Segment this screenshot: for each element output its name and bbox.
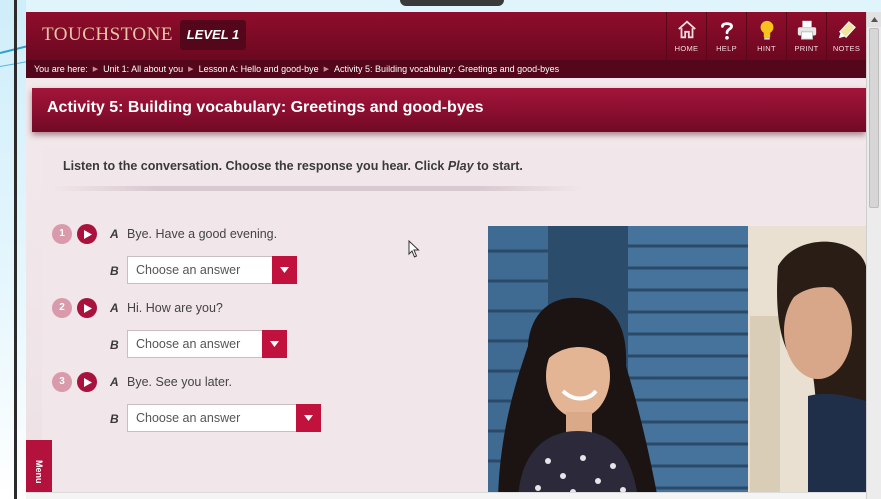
answer-dropdown-value: Choose an answer — [136, 263, 241, 277]
activity-title: Activity 5: Building vocabulary: Greetin… — [47, 99, 484, 116]
play-icon — [84, 377, 92, 387]
speaker-a-line: Bye. See you later. — [127, 375, 232, 389]
instruction-text-part: Listen to the conversation. Choose the r… — [63, 159, 448, 173]
breadcrumb-lesson-link[interactable]: Lesson A: Hello and good-bye — [199, 64, 319, 74]
play-button[interactable] — [77, 372, 97, 392]
horizontal-scrollbar[interactable] — [26, 492, 866, 499]
menu-tab-label: Menu — [34, 460, 44, 484]
answer-dropdown-value: Choose an answer — [136, 411, 241, 425]
breadcrumb: You are here: ▶ Unit 1: All about you ▶ … — [26, 60, 866, 78]
speaker-a-line: Bye. Have a good evening. — [127, 227, 278, 241]
notes-button[interactable]: NOTES — [826, 12, 866, 60]
window-title-notch — [400, 0, 504, 6]
dropdown-toggle-button[interactable] — [296, 404, 321, 432]
help-label: HELP — [716, 44, 737, 53]
conversation-photo — [488, 226, 866, 499]
printer-icon — [797, 20, 816, 40]
touchstone-app: TOUCHSTONE LEVEL 1 HOME HELP HINT PRINT … — [26, 12, 866, 499]
toolbar: HOME HELP HINT PRINT NOTES — [666, 12, 866, 60]
content-area: Activity 5: Building vocabulary: Greetin… — [26, 78, 866, 499]
hint-button[interactable]: HINT — [746, 12, 786, 60]
top-bar: TOUCHSTONE LEVEL 1 HOME HELP HINT PRINT … — [26, 12, 866, 60]
instruction-play-word: Play — [447, 159, 474, 173]
chevron-down-icon — [304, 415, 313, 421]
lightbulb-icon — [760, 20, 773, 40]
menu-tab[interactable]: Menu — [26, 440, 52, 499]
divider — [52, 186, 582, 191]
speaker-a-label: A — [110, 227, 119, 241]
level-badge: LEVEL 1 — [180, 20, 246, 50]
speaker-a-label: A — [110, 375, 119, 389]
touchstone-logo[interactable]: TOUCHSTONE — [42, 24, 173, 46]
chevron-down-icon — [280, 267, 289, 273]
chevron-down-icon — [270, 341, 279, 347]
help-button[interactable]: HELP — [706, 12, 746, 60]
answer-dropdown[interactable]: Choose an answer — [127, 330, 287, 358]
window-edge — [14, 0, 17, 499]
answer-dropdown[interactable]: Choose an answer — [127, 256, 297, 284]
instruction-text-part: to start. — [473, 159, 523, 173]
play-icon — [84, 303, 92, 313]
speaker-a-label: A — [110, 301, 119, 315]
photo-illustration — [488, 226, 866, 499]
scrollbar-thumb[interactable] — [869, 28, 879, 208]
notes-label: NOTES — [832, 44, 861, 53]
breadcrumb-activity: Activity 5: Building vocabulary: Greetin… — [334, 64, 560, 74]
breadcrumb-unit-link[interactable]: Unit 1: All about you — [103, 64, 183, 74]
instruction-text: Listen to the conversation. Choose the r… — [63, 159, 523, 173]
help-icon — [720, 22, 733, 40]
dropdown-toggle-button[interactable] — [272, 256, 297, 284]
home-label: HOME — [674, 44, 699, 53]
activity-panel: Listen to the conversation. Choose the r… — [42, 146, 866, 499]
play-icon — [84, 229, 92, 239]
answer-dropdown[interactable]: Choose an answer — [127, 404, 321, 432]
item-number-badge: 1 — [52, 224, 72, 244]
print-label: PRINT — [794, 44, 819, 53]
play-button[interactable] — [77, 224, 97, 244]
breadcrumb-arrow-icon: ▶ — [188, 66, 194, 73]
speaker-b-label: B — [110, 338, 119, 352]
answer-dropdown-value: Choose an answer — [136, 337, 241, 351]
mouse-cursor-icon — [408, 240, 420, 258]
activity-header: Activity 5: Building vocabulary: Greetin… — [32, 88, 866, 132]
hint-label: HINT — [757, 44, 776, 53]
item-number-badge: 3 — [52, 372, 72, 392]
chevron-up-icon — [871, 17, 878, 22]
speaker-b-label: B — [110, 412, 119, 426]
speaker-b-label: B — [110, 264, 119, 278]
dropdown-toggle-button[interactable] — [262, 330, 287, 358]
home-button[interactable]: HOME — [666, 12, 706, 60]
breadcrumb-arrow-icon: ▶ — [92, 66, 99, 73]
vertical-scrollbar[interactable] — [866, 12, 881, 499]
notes-icon — [838, 21, 856, 39]
home-icon — [677, 20, 696, 39]
desktop-background-left — [0, 0, 26, 499]
play-button[interactable] — [77, 298, 97, 318]
breadcrumb-arrow-icon: ▶ — [323, 66, 330, 73]
scroll-up-button[interactable] — [867, 12, 881, 27]
item-number-badge: 2 — [52, 298, 72, 318]
speaker-a-line: Hi. How are you? — [127, 301, 223, 315]
print-button[interactable]: PRINT — [786, 12, 826, 60]
breadcrumb-prefix: You are here: — [34, 64, 88, 74]
